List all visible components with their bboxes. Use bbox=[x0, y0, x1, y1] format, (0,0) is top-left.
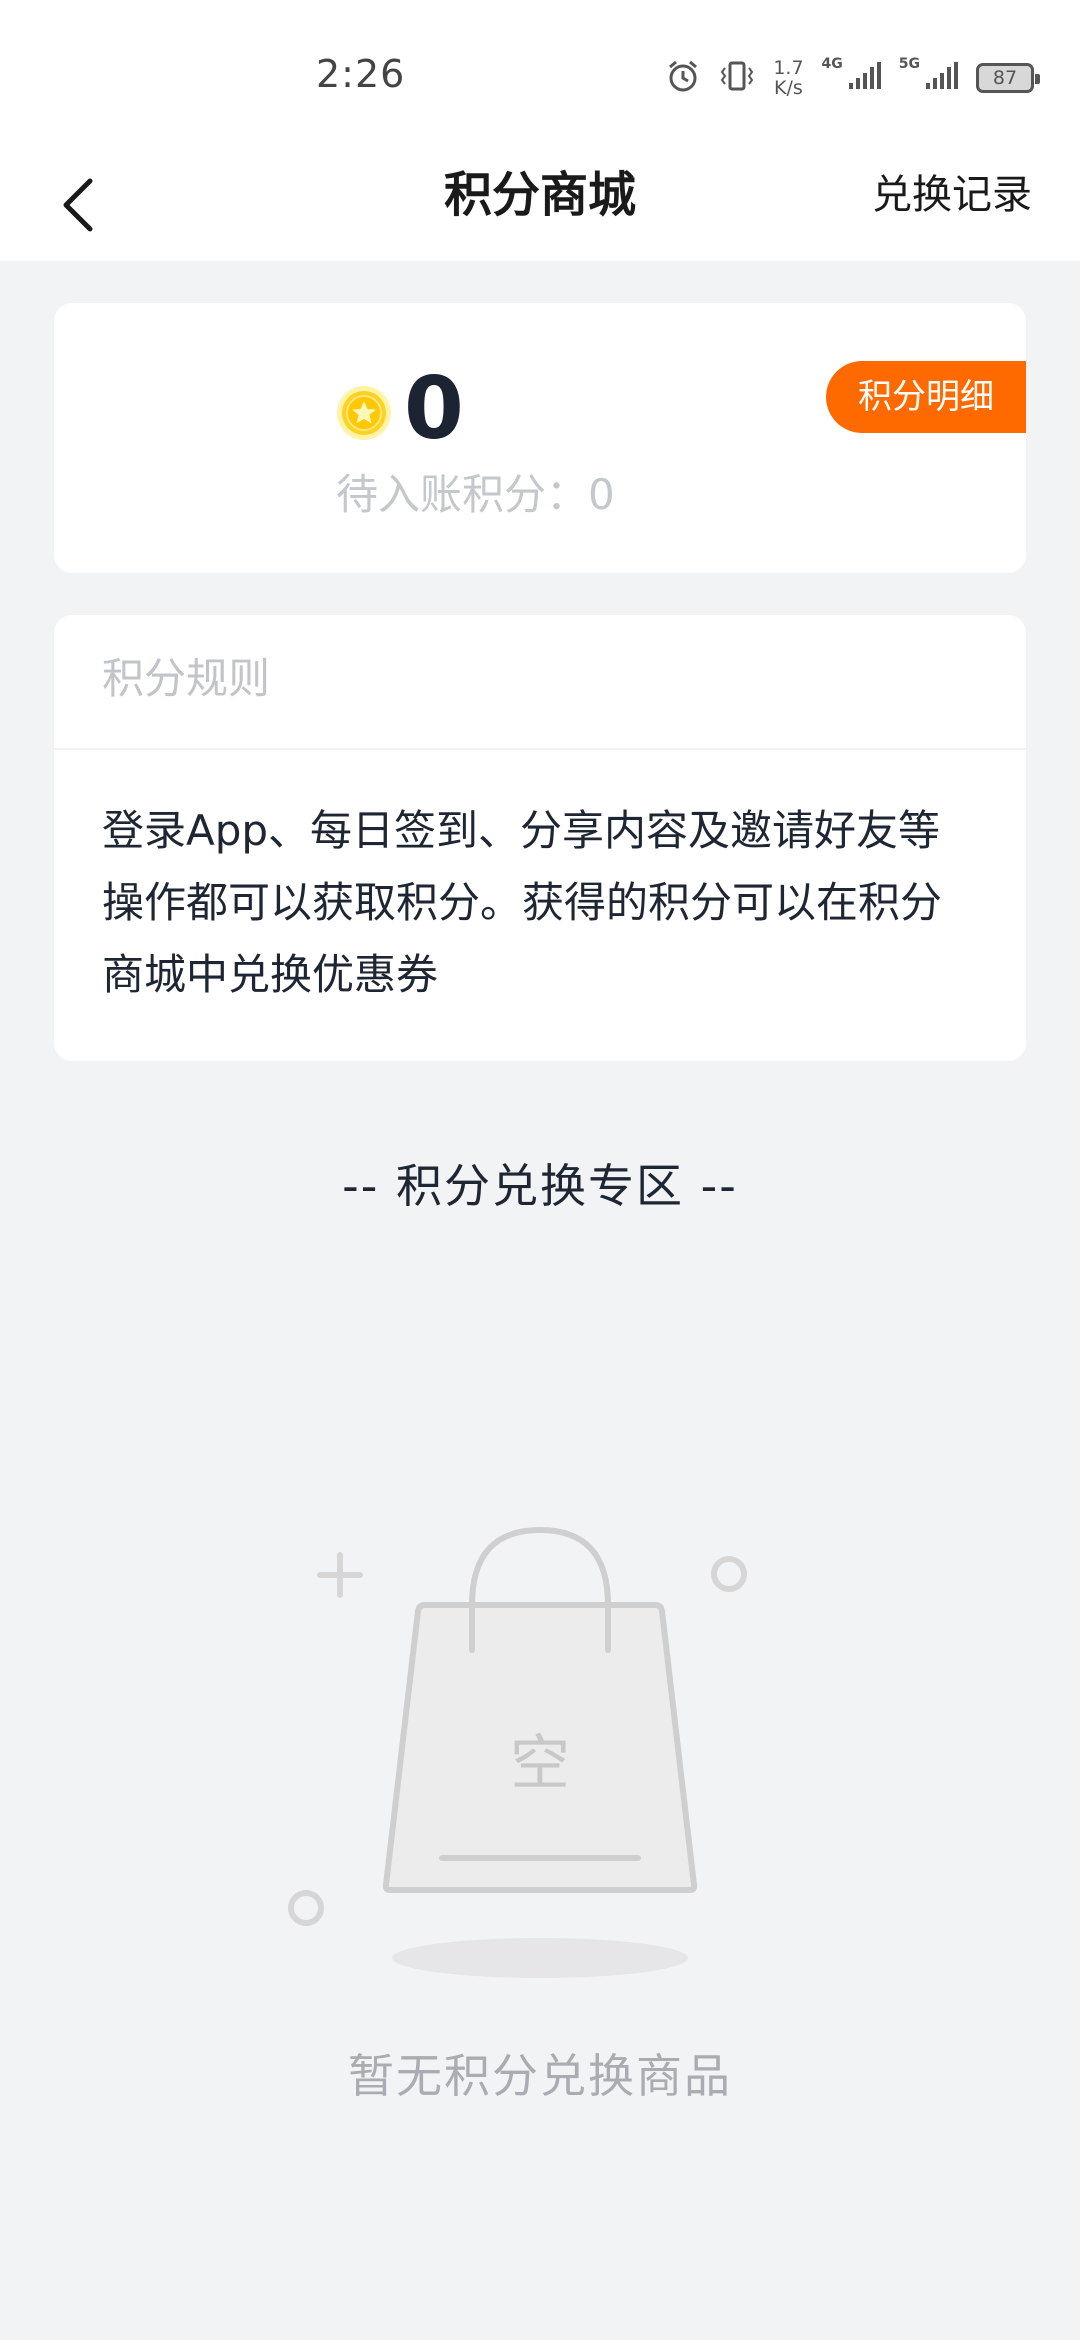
exchange-zone-title: -- 积分兑换专区 -- bbox=[342, 1159, 738, 1213]
alarm-icon bbox=[665, 58, 701, 98]
net-speed-value: 1.7 bbox=[773, 57, 804, 79]
rules-title: 积分规则 bbox=[102, 654, 271, 703]
rules-text: 登录App、每日签到、分享内容及邀请好友等操作都可以获取积分。获得的积分可以在积… bbox=[102, 806, 943, 999]
empty-state-text: 暂无积分兑换商品 bbox=[348, 2049, 732, 2103]
points-balance: 0 bbox=[404, 359, 464, 459]
nav-bar: 积分商城 兑换记录 bbox=[0, 155, 1080, 261]
coin-icon bbox=[336, 385, 392, 441]
points-detail-button[interactable]: 积分明细 bbox=[826, 361, 1026, 433]
net-speed-unit: K/s bbox=[774, 77, 803, 99]
signal-icon bbox=[847, 61, 881, 95]
divider bbox=[54, 748, 1026, 750]
status-bar: 2:26 1.7 K/s 4G 5G 87 bbox=[0, 0, 1080, 155]
status-icons: 1.7 K/s 4G 5G 87 bbox=[665, 56, 1040, 100]
signal-icon-2 bbox=[924, 61, 958, 95]
exchange-records-link[interactable]: 兑换记录 bbox=[872, 155, 1032, 235]
rules-card: 积分规则 登录App、每日签到、分享内容及邀请好友等操作都可以获取积分。获得的积… bbox=[54, 615, 1026, 1061]
battery-icon: 87 bbox=[976, 63, 1040, 93]
empty-bag-label: 空 bbox=[510, 1729, 570, 1799]
status-time: 2:26 bbox=[316, 52, 406, 96]
vibrate-icon bbox=[719, 58, 755, 98]
battery-level: 87 bbox=[992, 67, 1018, 89]
points-card: 0 待入账积分：0 积分明细 bbox=[54, 303, 1026, 573]
sim1-label: 4G bbox=[821, 56, 843, 72]
sim2-label: 5G bbox=[898, 56, 920, 72]
network-speed: 1.7 K/s bbox=[773, 58, 803, 98]
pending-points: 待入账积分：0 bbox=[336, 470, 615, 519]
empty-bag-illustration: 空 bbox=[280, 1510, 800, 1990]
